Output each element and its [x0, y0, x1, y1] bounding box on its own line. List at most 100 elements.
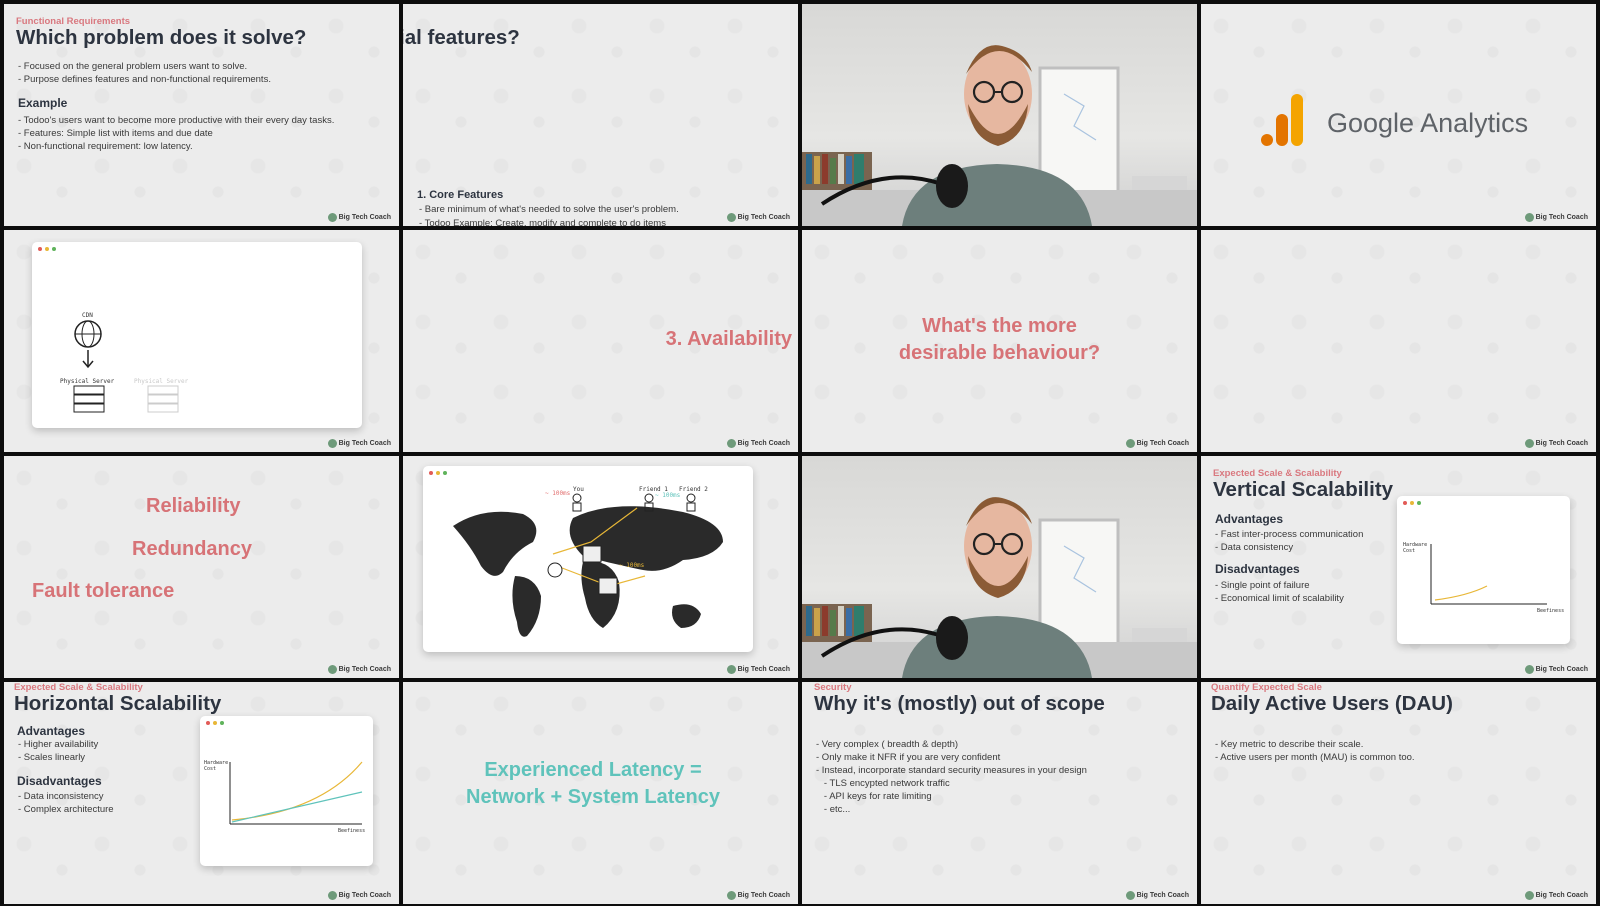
watermark: Big Tech Coach — [1524, 439, 1588, 448]
brand-logo-icon — [1524, 439, 1534, 448]
brand-logo-icon — [1125, 439, 1135, 448]
slide-heading-line1: What's the more — [922, 315, 1077, 337]
window-controls — [38, 247, 56, 251]
watermark: Big Tech Coach — [726, 665, 790, 674]
slide-title: Why it's (mostly) out of scope — [814, 692, 1105, 715]
slide-line: - Fast inter-process communication — [1215, 529, 1364, 540]
label-you: You — [573, 486, 584, 493]
slide-line: - Bare minimum of what's needed to solve… — [419, 204, 679, 215]
slide-title: Daily Active Users (DAU) — [1211, 692, 1453, 715]
brand-logo-icon — [726, 665, 736, 674]
slide-functional-requirements[interactable]: Functional Requirements Which problem do… — [4, 4, 399, 226]
slide-availability[interactable]: 3. Availability Big Tech Coach — [403, 230, 798, 452]
brand-logo-icon — [327, 439, 337, 448]
slide-line: - Purpose defines features and non-funct… — [18, 74, 271, 85]
video-frame-presenter[interactable] — [802, 4, 1197, 226]
slide-line-cut: - Todoo Example: Create, modify and comp… — [419, 218, 666, 226]
slide-vertical-scalability[interactable]: Expected Scale & Scalability Vertical Sc… — [1201, 456, 1596, 678]
watermark: Big Tech Coach — [1125, 439, 1189, 448]
watermark: Big Tech Coach — [1524, 665, 1588, 674]
slide-blank[interactable]: Big Tech Coach — [1201, 230, 1596, 452]
slide-google-analytics[interactable]: Google Analytics Big Tech Coach — [1201, 4, 1596, 226]
slide-line: - Todoo's users want to become more prod… — [18, 115, 335, 126]
slide-cdn-diagram[interactable]: CDN Physical Server Physical Server Big … — [4, 230, 399, 452]
slide-latency-world-map[interactable]: You Friend 1 Friend 2 ~ 100ms ~ 100ms ~ … — [403, 456, 798, 678]
slide-heading-line2: desirable behaviour? — [898, 342, 1101, 364]
watermark: Big Tech Coach — [726, 213, 790, 222]
slide-subheading: Disadvantages — [17, 774, 102, 788]
slide-daily-active-users[interactable]: Quantify Expected Scale Daily Active Use… — [1201, 682, 1596, 904]
slide-line: - Non-functional requirement: low latenc… — [18, 141, 193, 152]
watermark: Big Tech Coach — [327, 439, 391, 448]
slide-title-fragment: ial features? — [403, 26, 520, 49]
slide-title: Which problem does it solve? — [16, 26, 307, 49]
slide-line: - Complex architecture — [18, 804, 114, 815]
slide-line: - Only make it NFR if you are very confi… — [816, 752, 1001, 763]
brand-logo-icon — [1524, 891, 1534, 900]
latency-mid: ~ 100ms — [619, 562, 645, 569]
brand-logo-icon — [726, 439, 736, 448]
chart-window: Hardware Cost Beefiness — [1397, 496, 1570, 644]
watermark: Big Tech Coach — [1524, 891, 1588, 900]
google-analytics-icon — [1261, 94, 1303, 146]
slide-line: - Focused on the general problem users w… — [18, 61, 248, 72]
slide-subheading: Advantages — [17, 724, 86, 738]
slide-security-scope[interactable]: Security Why it's (mostly) out of scope … — [802, 682, 1197, 904]
slide-core-features[interactable]: ial features? 1. Core Features - Bare mi… — [403, 4, 798, 226]
slide-horizontal-scalability[interactable]: Expected Scale & Scalability Horizontal … — [4, 682, 399, 904]
brand-logo-icon — [327, 665, 337, 674]
slide-line: - TLS encypted network traffic — [816, 778, 950, 789]
chart-window: Hardware Cost Beefiness — [200, 716, 373, 866]
slide-line: - Data inconsistency — [18, 791, 104, 802]
diagram-window: CDN Physical Server Physical Server — [32, 242, 362, 428]
brand-wordmark: Google Analytics — [1327, 108, 1529, 138]
slide-line: - Active users per month (MAU) is common… — [1215, 752, 1415, 763]
server-label: Physical Server — [60, 378, 115, 385]
watermark: Big Tech Coach — [726, 439, 790, 448]
slide-line: - Scales linearly — [18, 752, 86, 763]
slide-line: - Economical limit of scalability — [1215, 593, 1344, 604]
slide-line: - Very complex ( breadth & depth) — [816, 739, 959, 750]
brand-logo-icon — [726, 213, 736, 222]
slide-experienced-latency[interactable]: Experienced Latency = Network + System L… — [403, 682, 798, 904]
slide-desirable-behaviour[interactable]: What's the more desirable behaviour? Big… — [802, 230, 1197, 452]
watermark: Big Tech Coach — [1125, 891, 1189, 900]
watermark: Big Tech Coach — [1524, 213, 1588, 222]
term-fault-tolerance: Fault tolerance — [32, 580, 175, 602]
slide-line: - Higher availability — [18, 739, 99, 750]
slide-line: - Data consistency — [1215, 542, 1294, 553]
slide-subheading: 1. Core Features — [417, 189, 504, 201]
brand-logo-icon — [1524, 665, 1534, 674]
brand-logo-icon — [1524, 213, 1534, 222]
world-map-image — [453, 493, 723, 637]
slide-title: Horizontal Scalability — [14, 692, 222, 715]
slide-line: - Key metric to describe their scale. — [1215, 739, 1364, 750]
chart-x-label: Beefiness — [1537, 608, 1565, 614]
slide-reliability-terms[interactable]: Reliability Redundancy Fault tolerance B… — [4, 456, 399, 678]
latency-you: ~ 100ms — [545, 490, 571, 497]
latency-friend: ~ 100ms — [655, 492, 681, 499]
latency-line-1: Experienced Latency = — [484, 759, 702, 781]
chart-x-label: Beefiness — [338, 828, 366, 834]
slide-line: - etc... — [816, 804, 851, 815]
term-reliability: Reliability — [146, 495, 241, 517]
slide-line: - API keys for rate limiting — [816, 791, 932, 802]
presenter-video-image — [802, 497, 1197, 678]
server-label-faded: Physical Server — [134, 378, 189, 385]
cost-chart — [1430, 544, 1547, 605]
slide-line: - Features: Simple list with items and d… — [18, 128, 213, 139]
presenter-video-image — [802, 45, 1197, 226]
brand-logo-icon — [726, 891, 736, 900]
term-redundancy: Redundancy — [132, 538, 253, 560]
diagram-window: You Friend 1 Friend 2 ~ 100ms ~ 100ms ~ … — [423, 466, 753, 652]
brand-logo-icon — [327, 891, 337, 900]
slide-heading: 3. Availability — [665, 328, 792, 350]
slide-subheading: Disadvantages — [1215, 562, 1300, 576]
slide-line: - Instead, incorporate standard security… — [816, 765, 1087, 776]
watermark: Big Tech Coach — [327, 891, 391, 900]
slide-subheading: Example — [18, 96, 68, 110]
brand-logo-icon — [1125, 891, 1135, 900]
video-frame-presenter-2[interactable] — [802, 456, 1197, 678]
label-friend-2: Friend 2 — [679, 486, 708, 493]
slide-line: - Single point of failure — [1215, 580, 1310, 591]
